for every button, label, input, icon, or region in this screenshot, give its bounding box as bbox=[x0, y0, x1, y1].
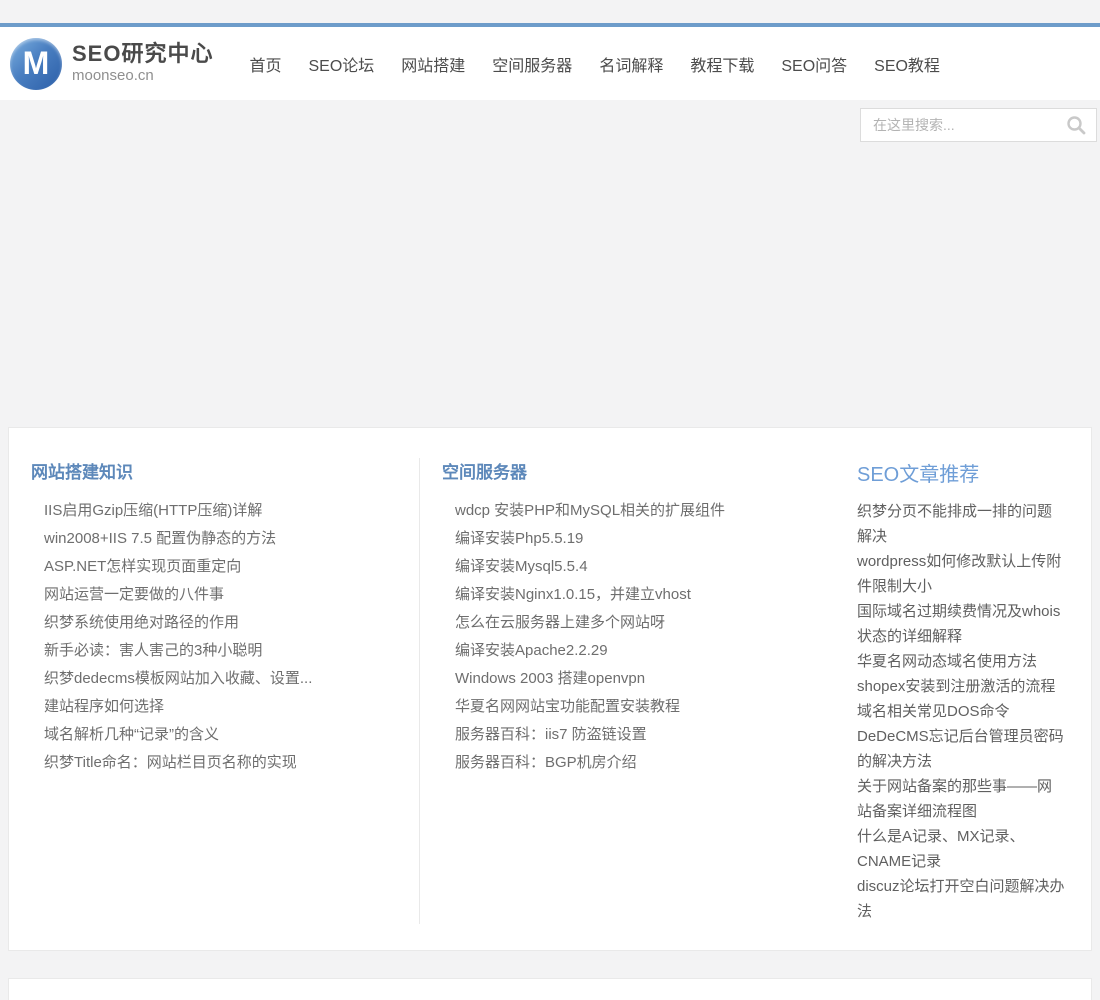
article-link[interactable]: 国际域名过期续费情况及whois状态的详细解释 bbox=[857, 599, 1065, 649]
article-link[interactable]: 网站运营一定要做的八件事 bbox=[44, 581, 419, 609]
article-link[interactable]: 织梦系统使用绝对路径的作用 bbox=[44, 609, 419, 637]
search-button[interactable] bbox=[1056, 109, 1096, 141]
content-section-top: 网站搭建知识 IIS启用Gzip压缩(HTTP压缩)详解 win2008+IIS … bbox=[8, 427, 1092, 951]
nav-item[interactable]: SEO教程 bbox=[874, 52, 940, 76]
search-box bbox=[860, 108, 1097, 142]
article-link[interactable]: 服务器百科：iis7 防盗链设置 bbox=[455, 721, 839, 749]
column-seo-recommended: SEO文章推荐 织梦分页不能排成一排的问题解决 wordpress如何修改默认上传… bbox=[839, 458, 1091, 924]
column-site-building: 网站搭建知识 IIS启用Gzip压缩(HTTP压缩)详解 win2008+IIS … bbox=[9, 458, 419, 924]
article-link[interactable]: shopex安装到注册激活的流程 bbox=[857, 674, 1065, 699]
nav-item[interactable]: SEO问答 bbox=[781, 52, 847, 76]
nav-item[interactable]: 网站搭建 bbox=[401, 52, 465, 76]
column-title: 网站搭建知识 bbox=[31, 463, 133, 482]
article-link[interactable]: 什么是A记录、MX记录、CNAME记录 bbox=[857, 824, 1065, 874]
article-link[interactable]: discuz论坛打开空白问题解决办法 bbox=[857, 874, 1065, 924]
article-link[interactable]: wordpress如何修改默认上传附件限制大小 bbox=[857, 549, 1065, 599]
content-section-bottom: SEO名词解释 什么是域名劫持？如何查询域名的注册信息？ 网页及模板教程 用CS… bbox=[8, 978, 1092, 1000]
nav-item[interactable]: 名词解释 bbox=[599, 52, 663, 76]
article-link[interactable]: 编译安装Mysql5.5.4 bbox=[455, 553, 839, 581]
article-link[interactable]: 编译安装Php5.5.19 bbox=[455, 525, 839, 553]
search-input[interactable] bbox=[861, 109, 1056, 141]
article-link[interactable]: 编译安装Nginx1.0.15，并建立vhost bbox=[455, 581, 839, 609]
article-link[interactable]: 关于网站备案的那些事——网站备案详细流程图 bbox=[857, 774, 1065, 824]
nav-item[interactable]: 首页 bbox=[249, 52, 281, 76]
hero-slider-area bbox=[0, 100, 1100, 427]
article-list: wdcp 安装PHP和MySQL相关的扩展组件 编译安装Php5.5.19 编译安装… bbox=[442, 497, 839, 777]
article-link[interactable]: Windows 2003 搭建openvpn bbox=[455, 665, 839, 693]
article-link[interactable]: 编译安装Apache2.2.29 bbox=[455, 637, 839, 665]
article-link[interactable]: ASP.NET怎样实现页面重定向 bbox=[44, 553, 419, 581]
main-nav-list: 首页 SEO论坛 网站搭建 空间服务器 名词解释 教程下载 SEO问答 SEO教程 bbox=[249, 52, 939, 76]
brand-domain: moonseo.cn bbox=[72, 67, 154, 85]
article-link[interactable]: 新手必读：害人害己的3种小聪明 bbox=[44, 637, 419, 665]
article-list: 织梦分页不能排成一排的问题解决 wordpress如何修改默认上传附件限制大小 国际… bbox=[857, 499, 1065, 924]
article-link[interactable]: 织梦Title命名：网站栏目页名称的实现 bbox=[44, 749, 419, 777]
article-link[interactable]: wdcp 安装PHP和MySQL相关的扩展组件 bbox=[455, 497, 839, 525]
search-icon bbox=[1067, 116, 1086, 135]
nav-item[interactable]: SEO论坛 bbox=[308, 52, 374, 76]
nav-item[interactable]: 空间服务器 bbox=[492, 52, 572, 76]
site-header: M SEO研究中心 moonseo.cn 首页 SEO论坛 网站搭建 空间服务器 名词解… bbox=[0, 27, 1100, 100]
main-nav: 首页 SEO论坛 网站搭建 空间服务器 名词解释 教程下载 SEO问答 SEO教程 bbox=[249, 52, 939, 76]
brand-text: SEO研究中心 moonseo.cn bbox=[72, 41, 214, 85]
article-link[interactable]: 织梦分页不能排成一排的问题解决 bbox=[857, 499, 1065, 549]
article-link[interactable]: IIS启用Gzip压缩(HTTP压缩)详解 bbox=[44, 497, 419, 525]
article-link[interactable]: 建站程序如何选择 bbox=[44, 693, 419, 721]
article-link[interactable]: 服务器百科：BGP机房介绍 bbox=[455, 749, 839, 777]
brand-name: SEO研究中心 bbox=[72, 41, 214, 67]
article-link[interactable]: 织梦dedecms模板网站加入收藏、设置... bbox=[44, 665, 419, 693]
article-link[interactable]: 华夏名网网站宝功能配置安装教程 bbox=[455, 693, 839, 721]
article-link[interactable]: 域名相关常见DOS命令 bbox=[857, 699, 1065, 724]
site-logo[interactable]: M SEO研究中心 moonseo.cn bbox=[10, 37, 214, 90]
column-title: SEO文章推荐 bbox=[857, 464, 980, 486]
article-link[interactable]: win2008+IIS 7.5 配置伪静态的方法 bbox=[44, 525, 419, 553]
article-link[interactable]: 域名解析几种“记录”的含义 bbox=[44, 721, 419, 749]
column-server: 空间服务器 wdcp 安装PHP和MySQL相关的扩展组件 编译安装Php5.5.… bbox=[419, 458, 839, 924]
column-title: 空间服务器 bbox=[442, 463, 527, 482]
nav-item[interactable]: 教程下载 bbox=[690, 52, 754, 76]
article-link[interactable]: 怎么在云服务器上建多个网站呀 bbox=[455, 609, 839, 637]
logo-m-icon: M bbox=[10, 37, 62, 90]
page: M SEO研究中心 moonseo.cn 首页 SEO论坛 网站搭建 空间服务器 名词解… bbox=[0, 0, 1100, 1000]
article-link[interactable]: DeDeCMS忘记后台管理员密码的解决方法 bbox=[857, 724, 1065, 774]
article-list: IIS启用Gzip压缩(HTTP压缩)详解 win2008+IIS 7.5 配置伪… bbox=[31, 497, 419, 777]
top-strip bbox=[0, 0, 1100, 23]
article-link[interactable]: 华夏名网动态域名使用方法 bbox=[857, 649, 1065, 674]
